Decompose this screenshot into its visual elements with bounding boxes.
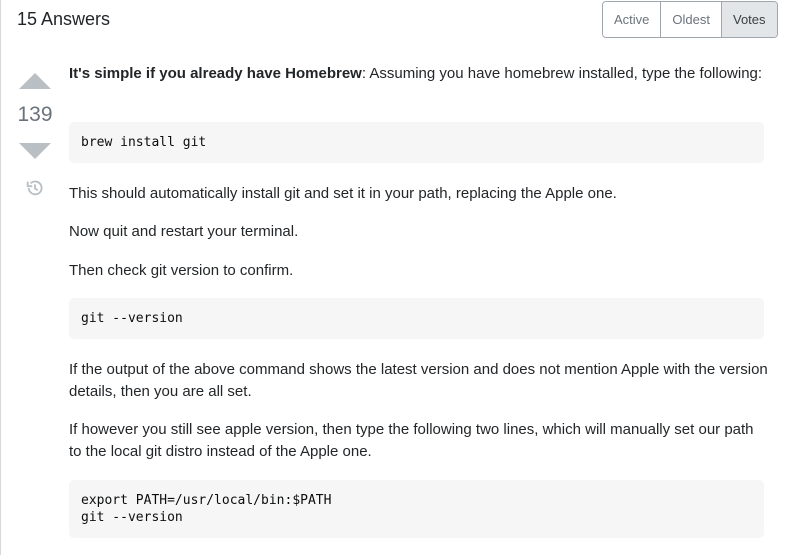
sort-tab-votes[interactable]: Votes [720, 2, 777, 37]
answer-lead-rest: : Assuming you have homebrew installed, … [361, 65, 763, 82]
vote-up-icon[interactable] [19, 73, 51, 89]
answer-body: It's simple if you already have Homebrew… [69, 63, 769, 85]
answers-count-heading: 15 Answers [17, 9, 111, 29]
vote-score: 139 [17, 103, 53, 126]
answer-paragraph-5: If the output of the above command shows… [69, 361, 768, 400]
sort-tab-active[interactable]: Active [603, 2, 661, 37]
code-block-export: export PATH=/usr/local/bin:$PATH git --v… [69, 480, 764, 538]
answer-paragraph-4: Then check git version to confirm. [69, 262, 294, 279]
sort-tab-oldest[interactable]: Oldest [660, 2, 721, 37]
left-border [0, 0, 1, 555]
answer-lead-strong: It's simple if you already have Homebrew [69, 65, 362, 82]
answer-paragraph-intro: It's simple if you already have Homebrew… [69, 63, 769, 85]
code-block-version: git --version [69, 298, 764, 339]
answer-paragraph-2: This should automatically install git an… [69, 185, 617, 202]
sort-tabs: Active Oldest Votes [602, 1, 778, 38]
code-block-brew: brew install git [69, 122, 764, 163]
history-icon[interactable] [24, 177, 46, 199]
answer-paragraph-3: Now quit and restart your terminal. [69, 223, 299, 240]
answer-paragraph-6: If however you still see apple version, … [69, 421, 754, 460]
vote-down-icon[interactable] [19, 143, 51, 159]
